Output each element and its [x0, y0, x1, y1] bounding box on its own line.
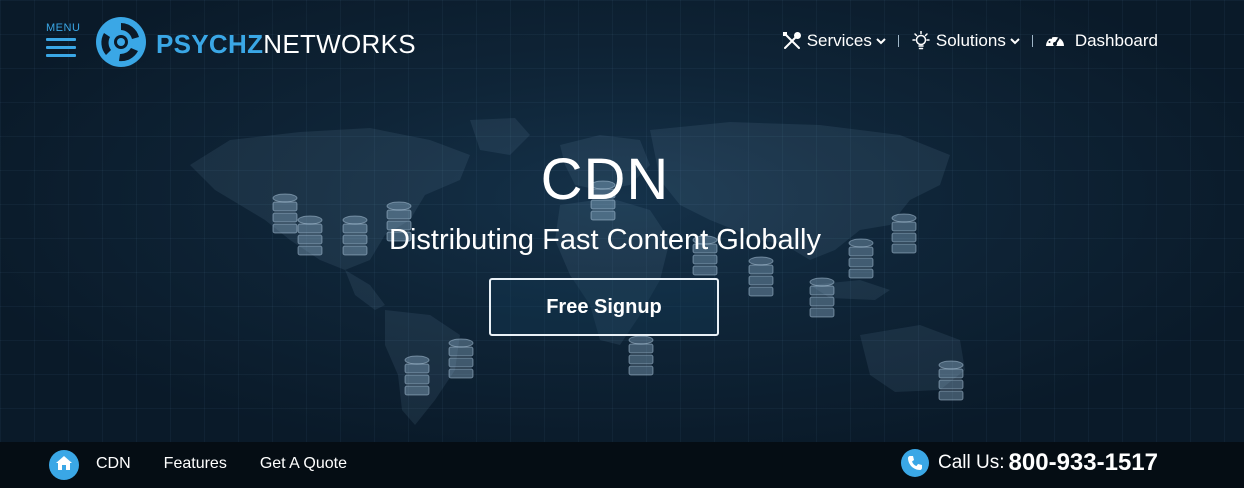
server-icon [448, 338, 474, 382]
home-button[interactable] [49, 450, 79, 480]
chevron-down-icon [876, 37, 886, 45]
call-us[interactable]: Call Us: 800-933-1517 [901, 449, 1158, 477]
server-icon [938, 360, 964, 404]
top-navigation: Services Solutions Dashboard [782, 31, 1158, 51]
nav-services[interactable]: Services [782, 31, 886, 51]
tools-icon [782, 31, 802, 51]
server-icon [404, 355, 430, 399]
home-icon [55, 455, 73, 476]
nav-dashboard[interactable]: Dashboard [1045, 31, 1158, 51]
server-icon [628, 335, 654, 379]
nav-divider [897, 35, 899, 47]
nav-divider [1031, 35, 1033, 47]
nav-solutions-label: Solutions [935, 31, 1006, 50]
sublink-get-a-quote[interactable]: Get A Quote [260, 455, 347, 473]
hero-title: CDN [540, 147, 670, 212]
sublink-features[interactable]: Features [164, 455, 227, 473]
sublink-cdn[interactable]: CDN [96, 455, 131, 473]
hamburger-icon [46, 38, 76, 57]
nav-solutions[interactable]: Solutions [911, 31, 1020, 51]
server-icon [809, 277, 835, 321]
logo-swirl-icon [94, 15, 148, 74]
call-us-label: Call Us: [938, 452, 1005, 473]
phone-number[interactable]: 800-933-1517 [1009, 449, 1158, 477]
speedometer-icon [1045, 31, 1065, 51]
lightbulb-icon [911, 31, 931, 51]
server-icon [748, 256, 774, 300]
sub-links: CDN Features Get A Quote [96, 455, 380, 473]
free-signup-button[interactable]: Free Signup [489, 278, 719, 336]
hero-section: MENU PSYCHZNETWORKS Services Solutions D… [0, 0, 1244, 442]
sub-navigation-bar: CDN Features Get A Quote Call Us: 800-93… [0, 442, 1244, 488]
logo[interactable]: PSYCHZNETWORKS [94, 15, 416, 74]
nav-services-label: Services [806, 31, 872, 50]
phone-icon [901, 449, 930, 477]
menu-label: MENU [46, 22, 81, 34]
logo-text: PSYCHZNETWORKS [156, 29, 416, 59]
nav-dashboard-label: Dashboard [1074, 31, 1158, 50]
hero-subtitle: Distributing Fast Content Globally [389, 224, 821, 256]
menu-toggle[interactable]: MENU [46, 22, 86, 64]
chevron-down-icon [1010, 37, 1020, 45]
